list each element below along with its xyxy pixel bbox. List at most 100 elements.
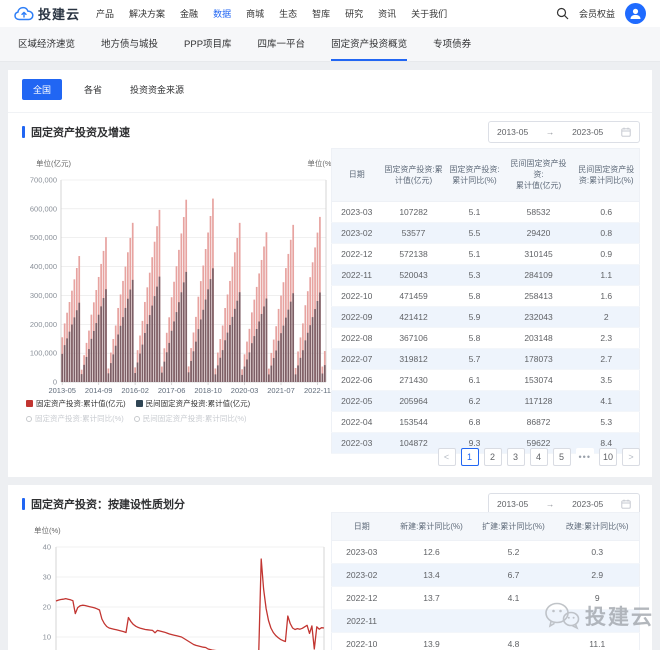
pagination-page-4[interactable]: 4	[529, 448, 548, 466]
filter-option-2[interactable]: 投资资金来源	[124, 79, 190, 100]
table-cell: 5.2	[507, 547, 520, 558]
tab-item-5[interactable]: 专项债券	[433, 36, 471, 61]
legend-item-3[interactable]: 民间固定资产投资:累计同比(%)	[133, 413, 247, 424]
tab-item-3[interactable]: 四库一平台	[258, 36, 306, 61]
legend-item-0[interactable]: 固定资产投资:累计值(亿元)	[26, 398, 126, 409]
table-cell: 53577	[401, 227, 426, 238]
tab-item-0[interactable]: 区域经济速览	[18, 36, 75, 61]
table-cell: 572138	[399, 248, 428, 259]
table-cell: 2022-07	[341, 353, 373, 364]
table-cell: 5.9	[468, 311, 481, 322]
svg-text:2018-10: 2018-10	[194, 386, 222, 395]
table-cell: 205964	[399, 395, 428, 406]
svg-text:10: 10	[43, 633, 51, 642]
table-cell: 2022-11	[341, 269, 373, 280]
table-cell: 2023-02	[346, 570, 378, 581]
legend-item-1[interactable]: 民间固定资产投资:累计值(亿元)	[135, 398, 250, 409]
nav-item-4[interactable]: 商城	[246, 7, 264, 20]
svg-text:20: 20	[43, 603, 51, 612]
table-cell: 5.8	[468, 332, 481, 343]
chart1-legend: 固定资产投资:累计值(亿元) 民间固定资产投资:累计值(亿元) 固定资产投资:累计同…	[16, 396, 352, 424]
table-cell: 6.2	[468, 395, 481, 406]
nav-item-9[interactable]: 关于我们	[411, 7, 447, 20]
pagination-page-2[interactable]: 2	[483, 448, 502, 466]
section-investment-growth: 全国 各省 投资资金来源 固定资产投资及增速 2013-05 → 2023-05 7…	[8, 70, 652, 477]
member-benefits-link[interactable]: 会员权益	[579, 7, 615, 20]
svg-text:2016-02: 2016-02	[121, 386, 149, 395]
avatar[interactable]	[625, 3, 646, 24]
bar-chart-svg: 700,000 600,000 500,000 400,000 300,000 200,0…	[30, 158, 335, 395]
section1-date-range-picker[interactable]: 2013-05 → 2023-05	[488, 121, 640, 143]
table-cell: 0.8	[600, 227, 613, 238]
table-cell: 4.1	[507, 593, 520, 604]
logo[interactable]: 投建云	[14, 4, 80, 23]
date-arrow: →	[545, 127, 555, 137]
svg-text:2021-07: 2021-07	[267, 386, 295, 395]
table-cell: 2.9	[591, 570, 604, 581]
table-cell: 5.8	[468, 290, 481, 301]
tab-item-2[interactable]: PPP项目库	[184, 36, 232, 61]
table-cell: 2022-06	[341, 374, 373, 385]
chart-fixed-asset-investment: 700,000 600,000 500,000 400,000 300,000 200,0…	[16, 148, 352, 424]
table-cell: 4.8	[507, 639, 520, 650]
table-cell: 271430	[399, 374, 428, 385]
column-header: 扩建:累计同比(%)	[471, 512, 556, 542]
date-end: 2023-05	[572, 127, 604, 137]
pagination-page-3[interactable]: 3	[506, 448, 525, 466]
table-cell: 203148	[524, 332, 553, 343]
filter-option-0[interactable]: 全国	[22, 79, 63, 100]
table-row: 2022-10 13.9 4.8 11.1	[332, 633, 640, 650]
nav-item-2[interactable]: 金融	[180, 7, 198, 20]
filter-option-1[interactable]: 各省	[78, 79, 108, 100]
search-icon[interactable]	[556, 7, 569, 20]
title-accent-bar	[22, 498, 25, 510]
table-cell: 1.6	[600, 290, 613, 301]
svg-text:40: 40	[43, 543, 51, 552]
pagination-ellipsis[interactable]: •••	[575, 448, 594, 466]
table-cell: 13.4	[423, 570, 440, 581]
table-cell: 4.1	[600, 395, 613, 406]
section2-title: 固定资产投资：按建设性质划分	[22, 496, 185, 512]
table-cell: 258413	[524, 290, 553, 301]
date-arrow: →	[545, 499, 555, 509]
table-cell: 2022-05	[341, 395, 373, 406]
table-cell: 2022-03	[341, 437, 373, 448]
nav-item-1[interactable]: 解决方案	[129, 7, 165, 20]
table-cell: 12.6	[423, 547, 440, 558]
pagination-page-10[interactable]: 10	[598, 448, 617, 466]
logo-text: 投建云	[38, 7, 81, 22]
table-cell: 58532	[526, 206, 551, 217]
legend-item-2[interactable]: 固定资产投资:累计同比(%)	[26, 413, 124, 424]
table-cell: 2.7	[600, 353, 613, 364]
line-chart-svg: 单位(%) 40 30 20 10	[34, 525, 325, 650]
svg-text:200,000: 200,000	[30, 320, 57, 329]
nav-item-3[interactable]: 数据	[213, 7, 231, 20]
table-cell	[472, 610, 556, 633]
divider	[8, 112, 652, 113]
table-row: 2023-02 13.4 6.7 2.9	[331, 563, 640, 587]
pagination-page-5[interactable]: 5	[552, 448, 571, 466]
column-header: 改建:累计同比(%)	[555, 512, 640, 542]
pagination-prev-button[interactable]: <	[437, 448, 456, 466]
user-icon	[630, 8, 641, 19]
nav-right: 会员权益	[556, 3, 646, 24]
pagination-page-1[interactable]: 1	[460, 448, 479, 466]
tab-item-4[interactable]: 固定资产投资概览	[331, 36, 408, 61]
nav-item-7[interactable]: 研究	[345, 7, 363, 20]
table-cell: 421412	[399, 311, 428, 322]
legend-label: 固定资产投资:累计同比(%)	[35, 414, 124, 423]
pagination-next-button[interactable]: >	[622, 448, 640, 466]
table-cell: 5.3	[600, 416, 613, 427]
svg-text:2020-03: 2020-03	[231, 386, 259, 395]
nav-item-8[interactable]: 资讯	[378, 7, 396, 20]
table-cell	[556, 610, 640, 633]
column-header: 民间固定资产投资: 累计值(亿元)	[503, 148, 574, 202]
table-cell: 104872	[399, 437, 428, 448]
calendar-icon	[621, 127, 631, 137]
nav-item-0[interactable]: 产品	[96, 7, 114, 20]
column-header: 民间固定资产投 资:累计同比(%)	[573, 148, 640, 202]
nav-item-5[interactable]: 生态	[279, 7, 297, 20]
tab-item-1[interactable]: 地方债与城投	[101, 36, 158, 61]
table-cell: 6.8	[468, 416, 481, 427]
nav-item-6[interactable]: 智库	[312, 7, 330, 20]
